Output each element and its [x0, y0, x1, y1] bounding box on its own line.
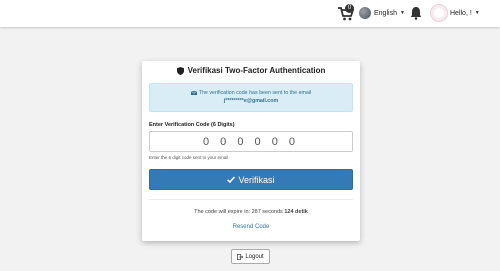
info-alert: The verification code has been sent to t…: [149, 83, 353, 112]
user-greeting: Hello, !: [450, 9, 472, 17]
chevron-down-icon: ▼: [474, 10, 480, 16]
check-icon: [227, 176, 236, 183]
envelope-icon: [190, 91, 197, 95]
user-menu[interactable]: Hello, ! ▼: [430, 4, 480, 22]
cart-count-badge: 0: [345, 4, 354, 13]
card-title: Verifikasi Two-Factor Authentication: [142, 66, 360, 75]
verify-button[interactable]: Verifikasi: [149, 169, 353, 190]
verify-button-label: Verifikasi: [238, 174, 275, 185]
globe-icon: [359, 7, 371, 19]
resend-code-link[interactable]: Resend Code: [142, 224, 360, 230]
avatar: [430, 4, 448, 22]
language-label: English: [374, 9, 397, 17]
top-navbar: 0 English ▼ Hello, ! ▼: [0, 0, 500, 27]
alert-message: The verification code has been sent to t…: [198, 90, 312, 96]
chevron-down-icon: ▼: [399, 10, 405, 16]
logout-button[interactable]: Logout: [231, 249, 270, 264]
code-help-text: Enter the 6 digit code sent to your emai…: [149, 155, 229, 160]
expire-prefix: The code will expire in: 287 seconds: [194, 209, 283, 215]
shield-icon: [176, 66, 184, 75]
card-title-text: Verifikasi Two-Factor Authentication: [187, 66, 326, 75]
language-selector[interactable]: English ▼: [359, 6, 405, 20]
expire-text: The code will expire in: 287 seconds 124…: [142, 209, 360, 215]
expire-remaining: 124 detik: [284, 209, 308, 215]
two-factor-card: Verifikasi Two-Factor Authentication The…: [142, 61, 360, 241]
logout-label: Logout: [245, 253, 264, 260]
verification-code-input[interactable]: [149, 131, 353, 152]
alert-email: j*********e@gmail.com: [223, 98, 279, 104]
code-field-label: Enter Verification Code (6 Digits): [149, 122, 235, 128]
logout-icon: [237, 253, 244, 260]
bell-icon[interactable]: [410, 6, 422, 20]
divider: [149, 199, 353, 200]
